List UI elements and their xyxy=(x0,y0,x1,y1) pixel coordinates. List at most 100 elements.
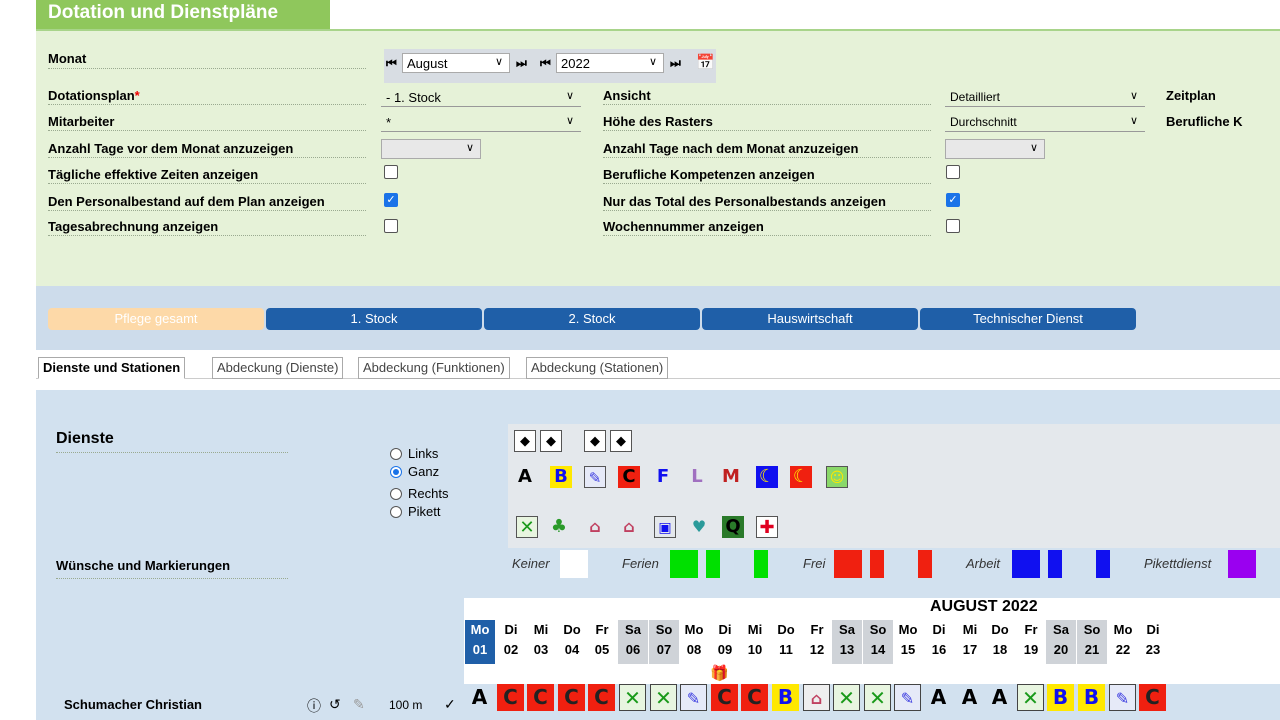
swatch-vacation-right[interactable] xyxy=(754,550,768,578)
shift-cell[interactable]: ✕ xyxy=(864,684,891,711)
prev-year-icon[interactable]: ⏮ xyxy=(540,56,551,71)
tab-dienste-stationen[interactable]: Dienste und Stationen xyxy=(38,357,186,379)
view-select[interactable]: Detailliert ∨ xyxy=(945,87,1145,107)
swatch-vacation-full[interactable] xyxy=(670,550,698,578)
swatch-free-right[interactable] xyxy=(918,550,932,578)
shift-cell[interactable]: ✕ xyxy=(650,684,677,711)
day-header[interactable]: Do 11 xyxy=(771,620,801,664)
day-header[interactable]: Do 18 xyxy=(985,620,1015,664)
total-only-checkbox[interactable]: ✓ xyxy=(946,193,960,207)
medical-cross-icon[interactable]: ✚ xyxy=(756,516,778,538)
month-select[interactable]: August ∨ xyxy=(402,53,510,73)
eraser-half-icon[interactable]: ◆ xyxy=(540,430,562,452)
day-header[interactable]: Fr 12 xyxy=(802,620,832,664)
home-icon[interactable]: ⌂ xyxy=(618,516,640,538)
competences-checkbox[interactable] xyxy=(946,165,960,179)
tab-abdeckung-dienste[interactable]: Abdeckung (Dienste) xyxy=(212,357,344,379)
group-1-stock[interactable]: 1. Stock xyxy=(266,308,482,330)
day-header[interactable]: Mo 15 xyxy=(893,620,923,664)
swatch-vacation-left[interactable] xyxy=(706,550,720,578)
days-before-select[interactable]: ∨ xyxy=(381,139,481,159)
day-header[interactable]: So 14 xyxy=(863,620,893,664)
day-header[interactable]: Do 04 xyxy=(557,620,587,664)
shift-cell[interactable]: C xyxy=(527,684,554,711)
swatch-work-left[interactable] xyxy=(1048,550,1062,578)
shift-l-icon[interactable]: L xyxy=(686,466,708,488)
swatch-free-left[interactable] xyxy=(870,550,884,578)
shift-cell[interactable]: ✎ xyxy=(1109,684,1136,711)
day-header[interactable]: So 21 xyxy=(1077,620,1107,664)
history-icon[interactable]: ↺ xyxy=(329,696,341,713)
headcount-checkbox[interactable]: ✓ xyxy=(384,193,398,207)
shift-cell[interactable]: ✕ xyxy=(1017,684,1044,711)
radio-ganz[interactable]: Ganz xyxy=(390,464,439,479)
shift-m-icon[interactable]: M xyxy=(720,466,742,488)
first-month-icon[interactable]: ⏮ xyxy=(386,56,397,71)
shift-q-icon[interactable]: Q xyxy=(722,516,744,538)
day-header[interactable]: Sa 06 xyxy=(618,620,648,664)
day-header[interactable]: Di 09 xyxy=(710,620,740,664)
year-select[interactable]: 2022 ∨ xyxy=(556,53,664,73)
day-header[interactable]: Sa 20 xyxy=(1046,620,1076,664)
day-header[interactable]: Mi 03 xyxy=(526,620,556,664)
grid-height-select[interactable]: Durchschnitt ∨ xyxy=(945,112,1145,132)
days-after-select[interactable]: ∨ xyxy=(945,139,1045,159)
next-month-icon[interactable]: ⏭ xyxy=(516,56,527,71)
daily-times-checkbox[interactable] xyxy=(384,165,398,179)
staff-select[interactable]: * ∨ xyxy=(381,112,581,132)
shift-cell[interactable]: A xyxy=(925,684,952,711)
shift-c-icon[interactable]: C xyxy=(618,466,640,488)
tab-abdeckung-stationen[interactable]: Abdeckung (Stationen) xyxy=(526,357,669,379)
school-icon[interactable]: ▣ xyxy=(654,516,676,538)
day-header[interactable]: Di 16 xyxy=(924,620,954,664)
plan-select[interactable]: - 1. Stock ∨ xyxy=(381,87,581,107)
shift-cell[interactable]: B xyxy=(1047,684,1074,711)
shift-cell[interactable]: C xyxy=(711,684,738,711)
day-header[interactable]: Fr 05 xyxy=(587,620,617,664)
group-2-stock[interactable]: 2. Stock xyxy=(484,308,700,330)
swatch-none[interactable] xyxy=(560,550,588,578)
shift-cell[interactable]: C xyxy=(558,684,585,711)
shift-cell[interactable]: B xyxy=(1078,684,1105,711)
day-header[interactable]: Mo 22 xyxy=(1108,620,1138,664)
shift-cell[interactable]: C xyxy=(1139,684,1166,711)
day-header[interactable]: Mo 01 xyxy=(465,620,495,664)
vacation-palm-icon[interactable]: ♣ xyxy=(548,516,570,538)
day-header[interactable]: Sa 13 xyxy=(832,620,862,664)
tab-abdeckung-funktionen[interactable]: Abdeckung (Funktionen) xyxy=(358,357,510,379)
late-moon-icon[interactable]: ☾ xyxy=(790,466,812,488)
radio-pikett[interactable]: Pikett xyxy=(390,504,441,519)
shift-cell[interactable]: ✎ xyxy=(680,684,707,711)
next-year-icon[interactable]: ⏭ xyxy=(670,56,681,71)
shift-f-icon[interactable]: F xyxy=(652,466,674,488)
edit-pen-icon[interactable]: ✎ xyxy=(353,696,365,713)
group-technischer-dienst[interactable]: Technischer Dienst xyxy=(920,308,1136,330)
swatch-standby-full[interactable] xyxy=(1228,550,1256,578)
group-hauswirtschaft[interactable]: Hauswirtschaft xyxy=(702,308,918,330)
free-x-icon[interactable]: ✕ xyxy=(516,516,538,538)
shift-cell[interactable]: A xyxy=(466,684,493,711)
shift-cell[interactable]: C xyxy=(741,684,768,711)
eraser-right-icon[interactable]: ◆ xyxy=(610,430,632,452)
pen-icon[interactable]: ✎ xyxy=(584,466,606,488)
shift-cell[interactable]: C xyxy=(588,684,615,711)
child-icon[interactable]: ♥ xyxy=(688,516,710,538)
shift-cell[interactable]: B xyxy=(772,684,799,711)
shift-cell[interactable]: C xyxy=(497,684,524,711)
week-number-checkbox[interactable] xyxy=(946,219,960,233)
radio-rechts[interactable]: Rechts xyxy=(390,486,448,501)
shift-a-icon[interactable]: A xyxy=(514,466,536,488)
shift-cell[interactable]: ✎ xyxy=(894,684,921,711)
radio-links[interactable]: Links xyxy=(390,446,438,461)
night-moon-icon[interactable]: ☾ xyxy=(756,466,778,488)
shift-cell[interactable]: A xyxy=(956,684,983,711)
day-header[interactable]: Di 02 xyxy=(496,620,526,664)
daily-billing-checkbox[interactable] xyxy=(384,219,398,233)
day-header[interactable]: Mi 17 xyxy=(955,620,985,664)
eraser-icon[interactable]: ◆ xyxy=(514,430,536,452)
shift-cell[interactable]: ✕ xyxy=(833,684,860,711)
info-icon[interactable]: ⓘ xyxy=(307,696,321,716)
swatch-free-full[interactable] xyxy=(834,550,862,578)
calendar-icon[interactable]: 📅 xyxy=(696,53,715,71)
staff-name[interactable]: Schumacher Christian xyxy=(64,697,202,712)
